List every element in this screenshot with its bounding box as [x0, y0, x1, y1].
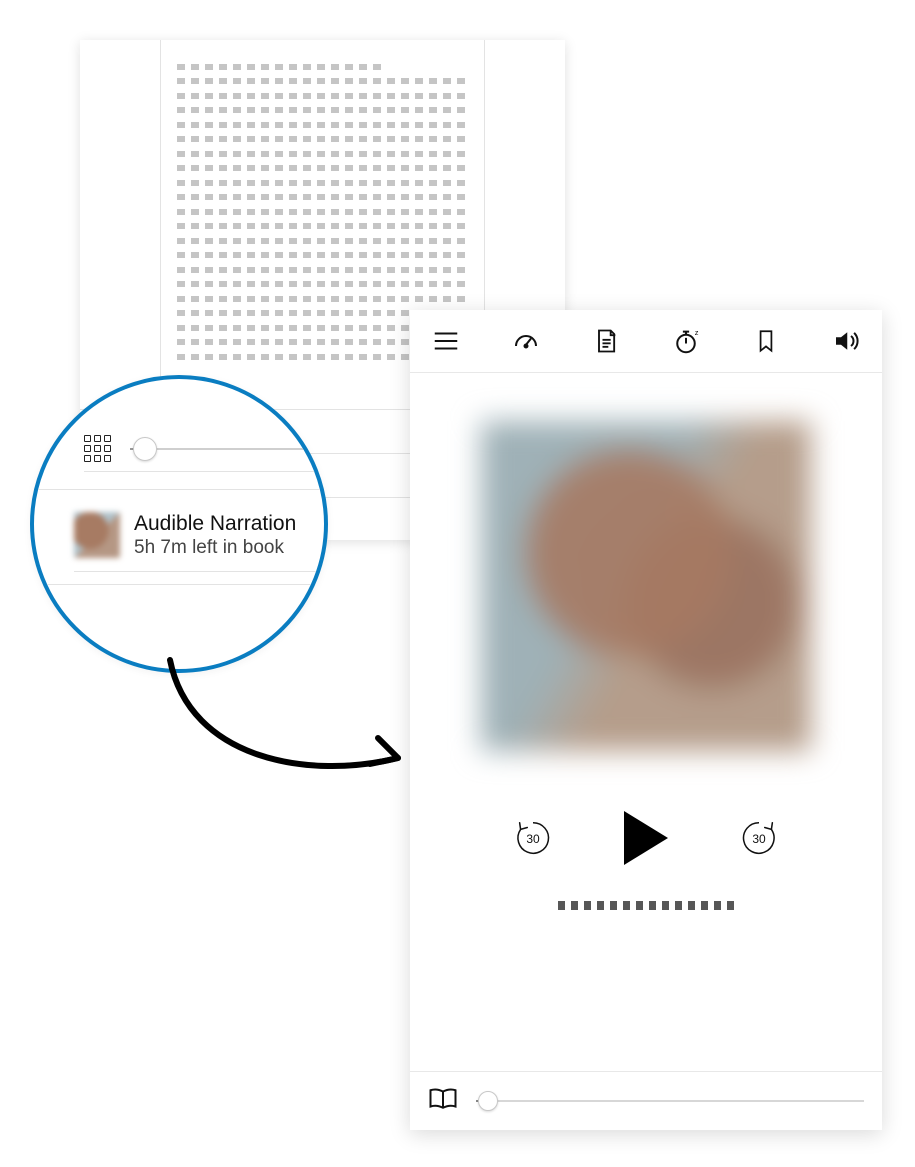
svg-text:z: z: [695, 328, 699, 337]
skip-back-button[interactable]: 30: [512, 817, 554, 859]
menu-icon[interactable]: [428, 323, 464, 359]
font-size-slider[interactable]: [130, 448, 319, 450]
chapter-title-placeholder: [556, 901, 736, 910]
skip-back-seconds: 30: [512, 817, 554, 859]
bookmark-icon[interactable]: [748, 323, 784, 359]
view-grid-icon[interactable]: [84, 435, 112, 463]
audio-player: z 30 30: [410, 310, 882, 1130]
playback-controls: 30 30: [410, 811, 882, 865]
chapters-icon[interactable]: [588, 323, 624, 359]
narration-time-left: 5h 7m left in book: [134, 536, 296, 560]
narration-title: Audible Narration: [134, 511, 296, 536]
skip-forward-button[interactable]: 30: [738, 817, 780, 859]
open-book-icon[interactable]: [428, 1086, 458, 1117]
speed-icon[interactable]: [508, 323, 544, 359]
book-cover-art: [481, 421, 811, 751]
skip-forward-seconds: 30: [738, 817, 780, 859]
play-button[interactable]: [624, 811, 668, 865]
audible-narration-row[interactable]: Audible Narration 5h 7m left in book: [74, 499, 328, 572]
zoom-callout: Audible Narration 5h 7m left in book: [30, 375, 328, 673]
sleep-timer-icon[interactable]: z: [668, 323, 704, 359]
volume-icon[interactable]: [828, 323, 864, 359]
player-toolbar: z: [410, 310, 882, 373]
playback-progress-slider[interactable]: [476, 1100, 864, 1102]
player-bottom-bar: [410, 1071, 882, 1130]
book-cover-thumb: [74, 512, 120, 558]
